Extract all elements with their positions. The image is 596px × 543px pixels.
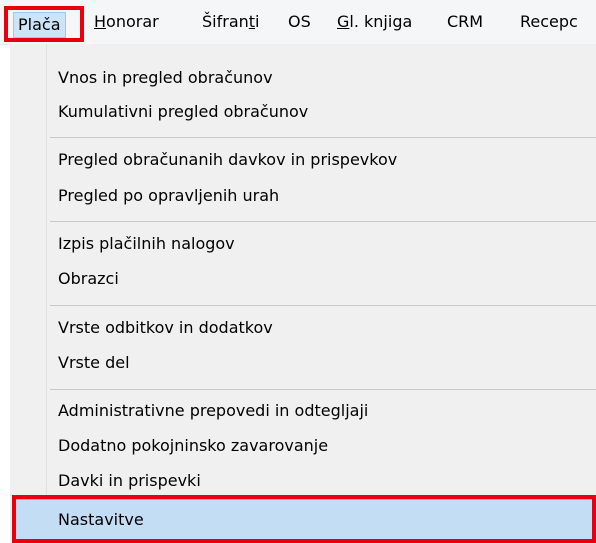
menu-os-label: OS <box>288 12 311 31</box>
menu-recepcija[interactable]: Recepc <box>520 8 578 36</box>
menu-item-davki-in-prispevki[interactable]: Davki in prispevki <box>58 464 201 498</box>
menu-bar: Plača Honorar Šifranti OS Gl. knjiga CRM… <box>0 0 596 45</box>
menu-item-kumulativni-pregled-obracunov[interactable]: Kumulativni pregled obračunov <box>58 95 308 129</box>
menu-honorar-mnemonic: H <box>94 12 107 31</box>
menu-item-dodatno-pokojninsko-zavarovanje[interactable]: Dodatno pokojninsko zavarovanje <box>58 429 328 463</box>
menu-item-administrativne-prepovedi[interactable]: Administrativne prepovedi in odtegljaji <box>58 394 368 428</box>
menu-item-obrazci[interactable]: Obrazci <box>58 262 119 296</box>
menu-separator <box>50 389 596 390</box>
dropdown-gutter-divider <box>46 44 47 543</box>
screenshot-root: Plača Honorar Šifranti OS Gl. knjiga CRM… <box>0 0 596 543</box>
menu-os[interactable]: OS <box>288 8 311 36</box>
menu-honorar[interactable]: Honorar <box>94 8 159 36</box>
menu-separator <box>50 305 596 306</box>
menu-item-vrste-del[interactable]: Vrste del <box>58 346 130 380</box>
menu-sifranti-label-before: Šifran <box>202 12 249 31</box>
menu-sifranti[interactable]: Šifranti <box>202 8 260 36</box>
menu-sifranti-label-after: i <box>255 12 260 31</box>
dropdown-icon-gutter <box>10 44 46 543</box>
menu-recepcija-label: Recepc <box>520 12 578 31</box>
red-highlight-box-menu <box>4 6 84 42</box>
menu-item-vnos-in-pregled-obracunov[interactable]: Vnos in pregled obračunov <box>58 61 273 95</box>
menu-gl-knjiga-mnemonic: G <box>337 12 350 31</box>
menu-item-pregled-obracunanih-davkov[interactable]: Pregled obračunanih davkov in prispevkov <box>58 143 397 177</box>
menu-item-izpis-placilnih-nalogov[interactable]: Izpis plačilnih nalogov <box>58 227 235 261</box>
menu-crm[interactable]: CRM <box>447 8 483 36</box>
menu-separator <box>50 221 596 222</box>
menu-honorar-label: onorar <box>106 12 159 31</box>
menu-separator <box>50 137 596 138</box>
menu-gl-knjiga-label: l. knjiga <box>349 12 413 31</box>
menu-item-vrste-odbitkov-in-dodatkov[interactable]: Vrste odbitkov in dodatkov <box>58 311 273 345</box>
menu-gl-knjiga[interactable]: Gl. knjiga <box>337 8 412 36</box>
menu-item-pregled-po-opravljenih-urah[interactable]: Pregled po opravljenih urah <box>58 179 279 213</box>
red-highlight-box-nastavitve <box>12 495 596 543</box>
menu-crm-label: CRM <box>447 12 484 31</box>
